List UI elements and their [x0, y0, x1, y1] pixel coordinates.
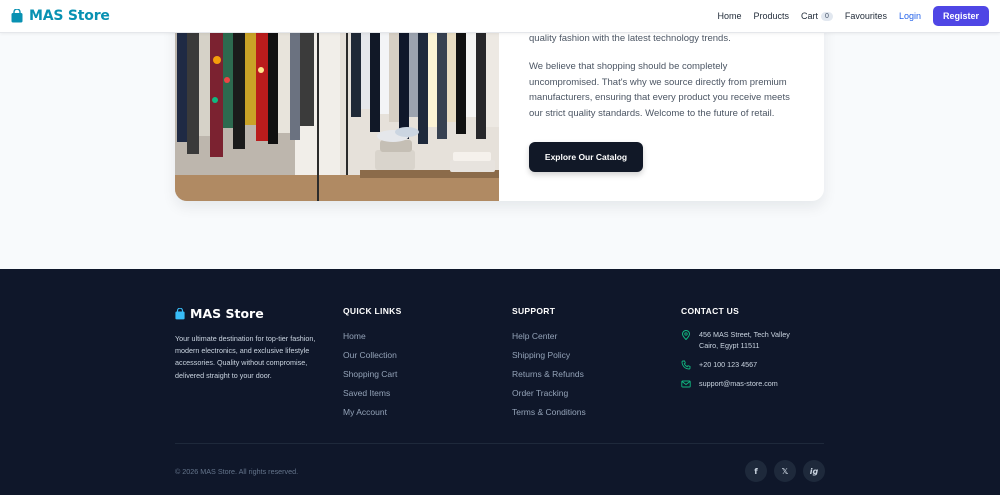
- footer-link-tracking[interactable]: Order Tracking: [512, 387, 586, 406]
- contact-email: support@mas-store.com: [681, 378, 778, 389]
- brand-name: MAS Store: [29, 8, 110, 24]
- nav-cart-label: Cart: [801, 11, 819, 21]
- quick-links-list: Home Our Collection Shopping Cart Saved …: [343, 330, 397, 425]
- footer-brand-name: MAS Store: [190, 306, 264, 321]
- brand-logo-link[interactable]: MAS Store: [11, 8, 110, 24]
- phone-number[interactable]: +20 100 123 4567: [699, 359, 757, 370]
- nav-products[interactable]: Products: [753, 11, 789, 21]
- footer-link-terms[interactable]: Terms & Conditions: [512, 406, 586, 425]
- footer-divider: [175, 443, 824, 444]
- footer-link-help[interactable]: Help Center: [512, 330, 586, 349]
- nav-cart[interactable]: Cart 0: [801, 11, 833, 21]
- footer-link-saved[interactable]: Saved Items: [343, 387, 397, 406]
- mail-icon: [681, 380, 691, 388]
- footer-description: Your ultimate destination for top-tier f…: [175, 334, 316, 380]
- contact-phone: +20 100 123 4567: [681, 359, 757, 370]
- contact-title: CONTACT US: [681, 306, 740, 316]
- map-pin-icon: [681, 330, 691, 340]
- contact-address: 456 MAS Street, Tech Valley Cairo, Egypt…: [681, 329, 790, 351]
- footer-link-returns[interactable]: Returns & Refunds: [512, 368, 586, 387]
- nav-home[interactable]: Home: [717, 11, 741, 21]
- footer-brand[interactable]: MAS Store: [175, 306, 264, 321]
- footer-link-cart[interactable]: Shopping Cart: [343, 368, 397, 387]
- about-intro-line: quality fashion with the latest technolo…: [529, 33, 731, 44]
- address-line-2: Cairo, Egypt 11511: [699, 341, 760, 350]
- shopping-bag-icon: [11, 9, 23, 23]
- support-title: SUPPORT: [512, 306, 556, 316]
- footer-link-account[interactable]: My Account: [343, 406, 397, 425]
- explore-catalog-button[interactable]: Explore Our Catalog: [529, 142, 643, 172]
- footer-link-collection[interactable]: Our Collection: [343, 349, 397, 368]
- shopping-bag-icon: [175, 307, 185, 319]
- phone-icon: [681, 360, 691, 370]
- footer-link-shipping[interactable]: Shipping Policy: [512, 349, 586, 368]
- register-button[interactable]: Register: [932, 6, 989, 26]
- footer-link-home[interactable]: Home: [343, 330, 397, 349]
- quick-links-title: QUICK LINKS: [343, 306, 402, 316]
- about-paragraph: We believe that shopping should be compl…: [529, 61, 790, 119]
- footer: MAS Store Your ultimate destination for …: [0, 269, 1000, 495]
- email-address[interactable]: support@mas-store.com: [699, 378, 778, 389]
- nav-login[interactable]: Login: [899, 11, 921, 21]
- navbar: MAS Store Home Products Cart 0 Favourite…: [0, 0, 1000, 33]
- address-line-1: 456 MAS Street, Tech Valley: [699, 330, 790, 339]
- nav-favourites[interactable]: Favourites: [845, 11, 887, 21]
- support-list: Help Center Shipping Policy Returns & Re…: [512, 330, 586, 425]
- x-twitter-icon[interactable]: 𝕏: [774, 460, 796, 482]
- nav-links: Home Products Cart 0 Favourites Login Re…: [705, 6, 989, 26]
- copyright-text: © 2026 MAS Store. All rights reserved.: [175, 467, 299, 476]
- facebook-icon[interactable]: f: [745, 460, 767, 482]
- cart-count-badge: 0: [821, 11, 833, 21]
- instagram-icon[interactable]: ig: [803, 460, 825, 482]
